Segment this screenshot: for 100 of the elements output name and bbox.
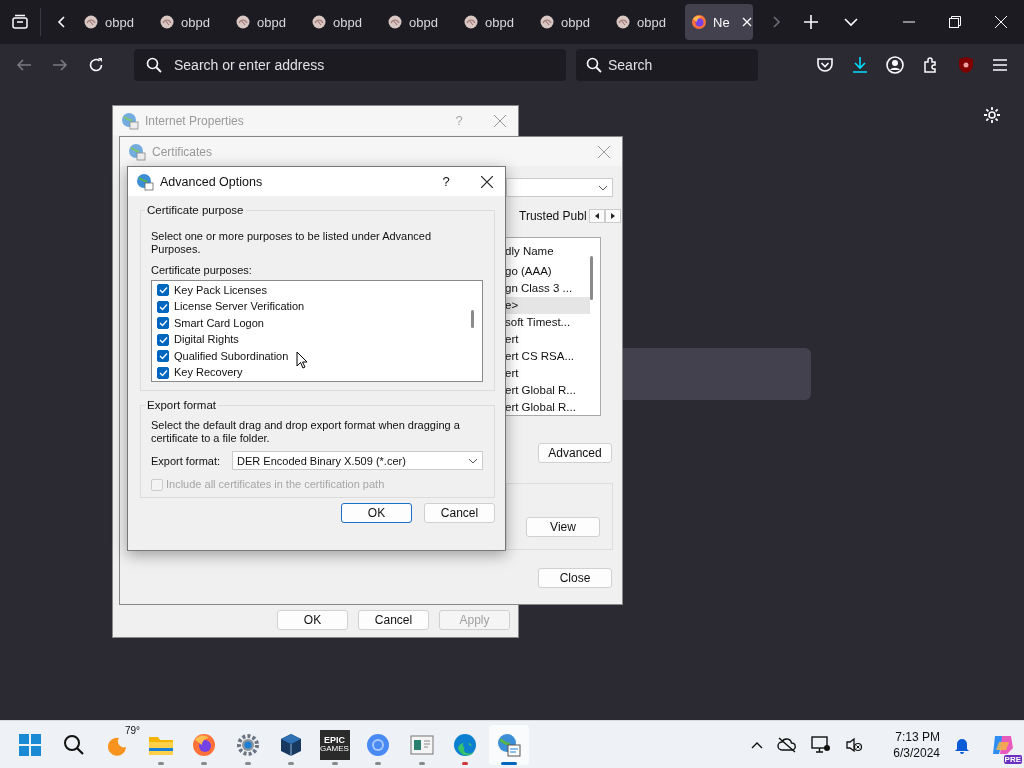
scrollbar-thumb[interactable] bbox=[471, 310, 474, 328]
cloud-off-icon[interactable] bbox=[777, 736, 798, 753]
checkbox[interactable] bbox=[157, 300, 169, 313]
globe-icon bbox=[136, 172, 154, 191]
edge-icon bbox=[453, 732, 477, 757]
tab-title: obpd bbox=[561, 14, 590, 30]
running-indicator bbox=[462, 761, 468, 765]
cancel-button[interactable]: Cancel bbox=[424, 503, 495, 523]
browser-tab[interactable]: obpd bbox=[153, 4, 221, 40]
pocket-icon[interactable] bbox=[816, 56, 834, 73]
firefox-icon bbox=[691, 14, 707, 30]
copilot-icon[interactable] bbox=[991, 733, 1015, 756]
cursor-icon bbox=[296, 351, 308, 369]
chevron-up-icon[interactable] bbox=[751, 740, 764, 749]
tab-title: obpd bbox=[637, 14, 666, 30]
window-title: Advanced Options bbox=[160, 174, 263, 189]
menu-icon[interactable] bbox=[992, 57, 1008, 72]
shell-icon bbox=[615, 14, 631, 30]
checkbox[interactable] bbox=[157, 366, 169, 379]
globe-icon bbox=[496, 732, 521, 757]
browser-tab[interactable]: obpd bbox=[77, 4, 145, 40]
running-indicator bbox=[331, 761, 338, 765]
tab-title: obpd bbox=[333, 14, 362, 30]
ok-button[interactable]: OK bbox=[341, 503, 412, 523]
running-indicator bbox=[375, 761, 381, 765]
scroll-left-icon[interactable] bbox=[588, 209, 605, 223]
search-icon bbox=[62, 733, 85, 756]
help-button[interactable]: ? bbox=[431, 174, 461, 189]
reload-icon[interactable] bbox=[88, 56, 104, 73]
windows-logo-icon bbox=[19, 733, 41, 756]
temperature-text: 79° bbox=[124, 724, 140, 736]
dialog-button[interactable]: OK bbox=[277, 610, 348, 630]
format-dropdown[interactable]: DER Encoded Binary X.509 (*.cer) bbox=[232, 451, 484, 470]
running-indicator bbox=[288, 761, 294, 765]
group-title: Export format bbox=[146, 399, 218, 411]
shield-icon[interactable] bbox=[958, 55, 974, 74]
list-row[interactable]: ert Global R... bbox=[502, 399, 590, 416]
volume-muted-icon[interactable] bbox=[845, 736, 864, 753]
instruction-text: Select one or more purposes to be listed under Advanced Purposes. bbox=[151, 230, 433, 256]
tab-title: obpd bbox=[485, 14, 514, 30]
close-button[interactable]: Close bbox=[538, 568, 612, 588]
browser-tab[interactable]: obpd bbox=[381, 4, 449, 40]
checkbox-label: Smart Card Logon bbox=[174, 316, 264, 330]
checkbox-label: License Server Verification bbox=[174, 300, 305, 314]
browser-icon bbox=[366, 732, 390, 757]
group-title: Certificate purpose bbox=[146, 204, 245, 216]
time-text[interactable]: 7:13 PM bbox=[895, 728, 940, 745]
search-icon bbox=[586, 56, 602, 73]
preview-badge: PRE bbox=[1003, 754, 1022, 764]
chevron-down-icon bbox=[468, 457, 479, 464]
browser-tab[interactable]: obpd bbox=[305, 4, 373, 40]
field-label: Certificate purposes: bbox=[151, 264, 253, 276]
checkbox-label: Include all certificates in the certification path bbox=[166, 478, 385, 491]
view-button[interactable]: View bbox=[526, 517, 600, 537]
download-icon[interactable] bbox=[852, 55, 868, 74]
tab-title: Ne bbox=[713, 14, 730, 30]
browser-tab[interactable]: Ne bbox=[685, 4, 753, 40]
globe-icon bbox=[121, 111, 139, 130]
list-row[interactable]: ert CS RSA... bbox=[502, 348, 590, 365]
search-field[interactable]: Search bbox=[576, 48, 758, 81]
shell-icon bbox=[235, 14, 251, 30]
store-tab[interactable]: Trusted Publ bbox=[502, 207, 589, 225]
list-row[interactable]: ert bbox=[502, 365, 590, 382]
monitor-icon[interactable] bbox=[811, 735, 832, 754]
forward-icon[interactable] bbox=[52, 56, 68, 73]
shell-icon bbox=[463, 14, 479, 30]
browser-tab[interactable]: obpd bbox=[457, 4, 525, 40]
checkbox-label: Digital Rights bbox=[174, 333, 239, 347]
running-indicator bbox=[418, 761, 425, 765]
shell-icon bbox=[159, 14, 175, 30]
dropdown-field[interactable] bbox=[506, 178, 613, 197]
list-row[interactable]: ert bbox=[502, 331, 590, 348]
back-icon[interactable] bbox=[16, 56, 32, 73]
close-icon[interactable] bbox=[481, 175, 493, 188]
account-icon[interactable] bbox=[886, 55, 904, 74]
browser-tab[interactable]: obpd bbox=[609, 4, 677, 40]
window-icon bbox=[409, 733, 434, 756]
address-field[interactable]: Search or enter address bbox=[134, 48, 566, 81]
dialog-button[interactable]: Cancel bbox=[358, 610, 429, 630]
shell-icon bbox=[387, 14, 403, 30]
advanced-button[interactable]: Advanced bbox=[538, 443, 612, 463]
shell-icon bbox=[311, 14, 327, 30]
checkbox[interactable] bbox=[157, 284, 169, 297]
checkbox[interactable] bbox=[157, 333, 169, 346]
browser-tab[interactable]: obpd bbox=[229, 4, 297, 40]
list-row[interactable]: soft Timest... bbox=[502, 314, 590, 331]
running-indicator bbox=[157, 761, 164, 765]
shell-icon bbox=[539, 14, 555, 30]
checkbox[interactable] bbox=[157, 350, 169, 363]
globe-icon bbox=[128, 142, 146, 161]
browser-tab[interactable]: obpd bbox=[533, 4, 601, 40]
list-row[interactable]: ert Global R... bbox=[502, 382, 590, 399]
scrollbar-thumb[interactable] bbox=[590, 256, 593, 300]
chevron-down-icon bbox=[598, 184, 608, 191]
column-header[interactable]: dly Name bbox=[502, 241, 600, 263]
checkbox[interactable] bbox=[157, 317, 169, 330]
checkbox-label: Qualified Subordination bbox=[174, 349, 289, 363]
tab-title: obpd bbox=[257, 14, 286, 30]
settings-icon[interactable] bbox=[983, 106, 1001, 124]
date-text[interactable]: 6/3/2024 bbox=[893, 744, 940, 761]
